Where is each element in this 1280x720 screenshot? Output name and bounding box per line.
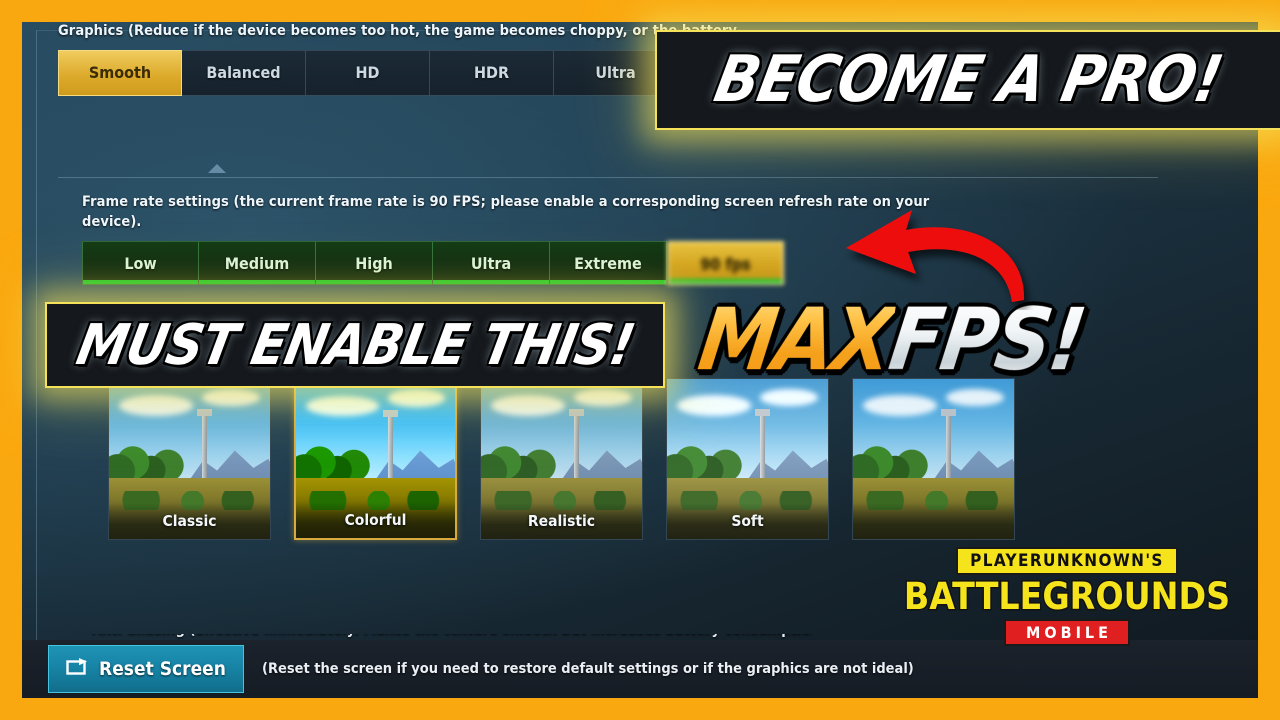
banner-become-a-pro-text: BECOME A PRO! bbox=[709, 43, 1228, 117]
section-caret-icon bbox=[208, 164, 226, 173]
banner-must-enable-this: MUST ENABLE THIS! bbox=[45, 302, 665, 388]
style-thumb-label: Classic bbox=[109, 503, 270, 539]
style-thumb-label: Realistic bbox=[481, 503, 642, 539]
style-thumb-classic[interactable]: Classic bbox=[108, 378, 271, 540]
banner-must-enable-this-text: MUST ENABLE THIS! bbox=[71, 312, 639, 378]
frame-rate-ultra[interactable]: Ultra bbox=[433, 241, 550, 286]
reset-icon bbox=[66, 657, 90, 681]
style-thumb-soft[interactable]: Soft bbox=[666, 378, 829, 540]
style-thumbnail-row: Classic Colorful Realistic Soft bbox=[58, 378, 1158, 540]
red-arrow-icon bbox=[820, 190, 1070, 310]
pubg-mobile-logo: PLAYERUNKNOWN'S BATTLEGROUNDS MOBILE bbox=[902, 547, 1232, 657]
frame-rate-max[interactable]: 90 fps bbox=[667, 241, 784, 286]
screenshot-frame: Graphics (Reduce if the device becomes t… bbox=[0, 0, 1280, 720]
frame-rate-medium[interactable]: Medium bbox=[199, 241, 316, 286]
graphics-tab-hd[interactable]: HD bbox=[306, 49, 430, 96]
reset-screen-hint: (Reset the screen if you need to restore… bbox=[262, 661, 914, 677]
logo-line-playerunknowns: PLAYERUNKNOWN'S bbox=[956, 547, 1178, 575]
style-thumb-realistic[interactable]: Realistic bbox=[480, 378, 643, 540]
banner-become-a-pro: BECOME A PRO! bbox=[655, 30, 1280, 130]
style-thumb-extra[interactable] bbox=[852, 378, 1015, 540]
style-thumb-colorful[interactable]: Colorful bbox=[294, 378, 457, 540]
reset-screen-label: Reset Screen bbox=[99, 658, 226, 680]
logo-line-mobile: MOBILE bbox=[1004, 619, 1130, 646]
frame-rate-high[interactable]: High bbox=[316, 241, 433, 286]
style-thumb-label: Soft bbox=[667, 503, 828, 539]
style-thumb-label bbox=[853, 503, 1014, 539]
graphics-tab-smooth[interactable]: Smooth bbox=[58, 49, 182, 96]
reset-screen-button[interactable]: Reset Screen bbox=[48, 645, 244, 693]
logo-line-battlegrounds: BATTLEGROUNDS bbox=[902, 575, 1231, 618]
style-thumb-label: Colorful bbox=[296, 502, 455, 538]
anti-aliasing-description: Anti-aliasing (Effective immediately. Ma… bbox=[92, 634, 812, 638]
frame-rate-low[interactable]: Low bbox=[82, 241, 199, 286]
graphics-tab-hdr[interactable]: HDR bbox=[430, 49, 554, 96]
graphics-tab-balanced[interactable]: Balanced bbox=[182, 49, 306, 96]
frame-rate-extreme[interactable]: Extreme bbox=[550, 241, 667, 286]
